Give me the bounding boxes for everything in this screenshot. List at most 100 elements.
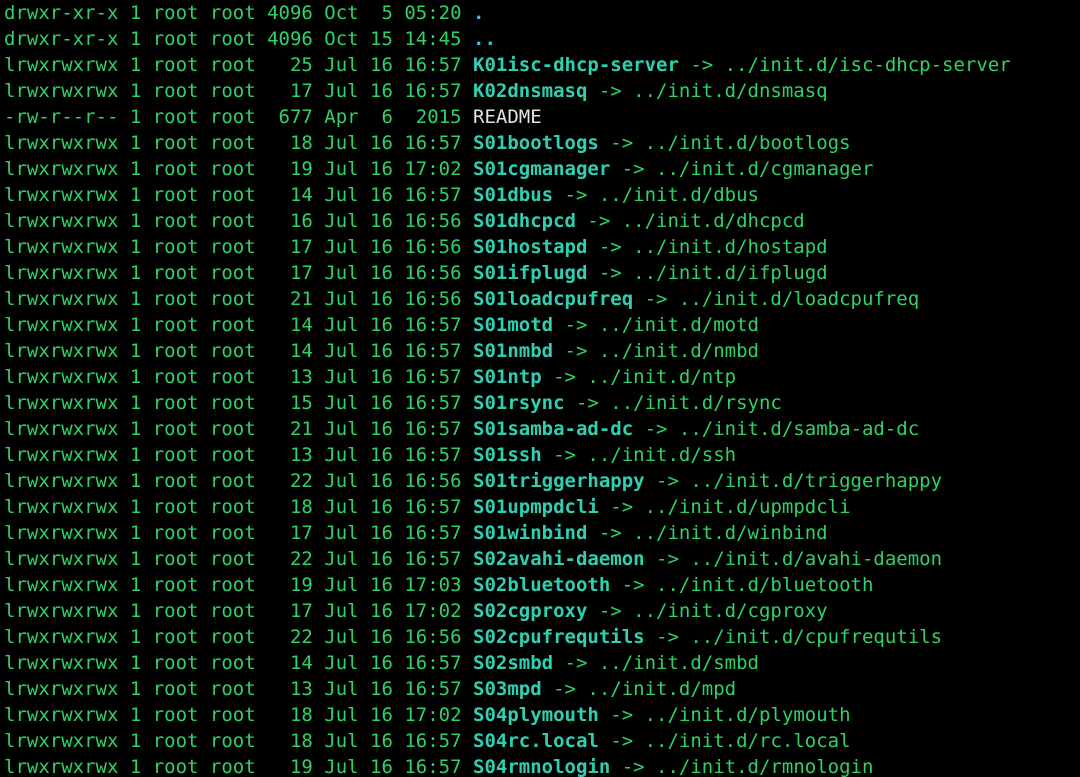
symlink-name: S02avahi-daemon bbox=[473, 548, 645, 570]
listing-row: lrwxrwxrwx 1 root root 17 Jul 16 16:56 S… bbox=[4, 260, 1076, 286]
symlink-name: S01cgmanager bbox=[473, 158, 610, 180]
dir-name: . bbox=[473, 2, 484, 24]
symlink-target: ../init.d/nmbd bbox=[599, 340, 759, 362]
arrow-icon: -> bbox=[587, 522, 633, 544]
arrow-icon: -> bbox=[610, 158, 656, 180]
listing-row: drwxr-xr-x 1 root root 4096 Oct 5 05:20 … bbox=[4, 0, 1076, 26]
symlink-target: ../init.d/cgmanager bbox=[656, 158, 873, 180]
arrow-icon: -> bbox=[553, 314, 599, 336]
file-meta: lrwxrwxrwx 1 root root 18 Jul 16 16:57 bbox=[4, 496, 473, 518]
arrow-icon: -> bbox=[633, 288, 679, 310]
listing-row: lrwxrwxrwx 1 root root 13 Jul 16 16:57 S… bbox=[4, 364, 1076, 390]
listing-row: lrwxrwxrwx 1 root root 13 Jul 16 16:57 S… bbox=[4, 442, 1076, 468]
symlink-target: ../init.d/dbus bbox=[599, 184, 759, 206]
arrow-icon: -> bbox=[599, 704, 645, 726]
arrow-icon: -> bbox=[679, 54, 725, 76]
arrow-icon: -> bbox=[610, 756, 656, 777]
symlink-name: S02bluetooth bbox=[473, 574, 610, 596]
listing-row: lrwxrwxrwx 1 root root 13 Jul 16 16:57 S… bbox=[4, 676, 1076, 702]
symlink-target: ../init.d/mpd bbox=[587, 678, 736, 700]
symlink-target: ../init.d/ntp bbox=[587, 366, 736, 388]
file-meta: lrwxrwxrwx 1 root root 18 Jul 16 16:57 bbox=[4, 730, 473, 752]
listing-row: lrwxrwxrwx 1 root root 19 Jul 16 16:57 S… bbox=[4, 754, 1076, 777]
symlink-target: ../init.d/dhcpcd bbox=[622, 210, 805, 232]
file-meta: drwxr-xr-x 1 root root 4096 Oct 15 14:45 bbox=[4, 28, 473, 50]
listing-row: lrwxrwxrwx 1 root root 22 Jul 16 16:56 S… bbox=[4, 624, 1076, 650]
arrow-icon: -> bbox=[587, 600, 633, 622]
symlink-name: S01upmpdcli bbox=[473, 496, 599, 518]
symlink-name: S01triggerhappy bbox=[473, 470, 645, 492]
symlink-target: ../init.d/bluetooth bbox=[656, 574, 873, 596]
file-meta: lrwxrwxrwx 1 root root 14 Jul 16 16:57 bbox=[4, 184, 473, 206]
arrow-icon: -> bbox=[565, 392, 611, 414]
symlink-target: ../init.d/triggerhappy bbox=[690, 470, 942, 492]
file-meta: lrwxrwxrwx 1 root root 18 Jul 16 16:57 bbox=[4, 132, 473, 154]
file-meta: lrwxrwxrwx 1 root root 19 Jul 16 17:02 bbox=[4, 158, 473, 180]
symlink-target: ../init.d/hostapd bbox=[633, 236, 827, 258]
file-meta: lrwxrwxrwx 1 root root 19 Jul 16 16:57 bbox=[4, 756, 473, 777]
arrow-icon: -> bbox=[645, 626, 691, 648]
file-name: README bbox=[473, 106, 542, 128]
symlink-name: S02cgproxy bbox=[473, 600, 587, 622]
listing-row: lrwxrwxrwx 1 root root 22 Jul 16 16:57 S… bbox=[4, 546, 1076, 572]
arrow-icon: -> bbox=[576, 210, 622, 232]
file-meta: lrwxrwxrwx 1 root root 17 Jul 16 16:56 bbox=[4, 236, 473, 258]
listing-row: lrwxrwxrwx 1 root root 25 Jul 16 16:57 K… bbox=[4, 52, 1076, 78]
symlink-target: ../init.d/loadcpufreq bbox=[679, 288, 919, 310]
terminal-output: drwxr-xr-x 1 root root 4096 Oct 5 05:20 … bbox=[0, 0, 1080, 777]
file-meta: lrwxrwxrwx 1 root root 13 Jul 16 16:57 bbox=[4, 678, 473, 700]
symlink-target: ../init.d/rsync bbox=[610, 392, 782, 414]
listing-row: lrwxrwxrwx 1 root root 18 Jul 16 16:57 S… bbox=[4, 494, 1076, 520]
symlink-target: ../init.d/samba-ad-dc bbox=[679, 418, 919, 440]
arrow-icon: -> bbox=[645, 548, 691, 570]
symlink-name: S04rc.local bbox=[473, 730, 599, 752]
arrow-icon: -> bbox=[599, 730, 645, 752]
symlink-target: ../init.d/dnsmasq bbox=[633, 80, 827, 102]
symlink-target: ../init.d/avahi-daemon bbox=[690, 548, 942, 570]
listing-row: lrwxrwxrwx 1 root root 17 Jul 16 16:56 S… bbox=[4, 234, 1076, 260]
listing-row: lrwxrwxrwx 1 root root 17 Jul 16 17:02 S… bbox=[4, 598, 1076, 624]
listing-row: lrwxrwxrwx 1 root root 14 Jul 16 16:57 S… bbox=[4, 650, 1076, 676]
arrow-icon: -> bbox=[553, 184, 599, 206]
file-meta: lrwxrwxrwx 1 root root 17 Jul 16 16:57 bbox=[4, 80, 473, 102]
symlink-name: S01bootlogs bbox=[473, 132, 599, 154]
file-meta: lrwxrwxrwx 1 root root 14 Jul 16 16:57 bbox=[4, 314, 473, 336]
symlink-target: ../init.d/ifplugd bbox=[633, 262, 827, 284]
symlink-target: ../init.d/winbind bbox=[633, 522, 827, 544]
listing-row: lrwxrwxrwx 1 root root 18 Jul 16 16:57 S… bbox=[4, 728, 1076, 754]
symlink-name: S01ntp bbox=[473, 366, 542, 388]
symlink-name: S04rmnologin bbox=[473, 756, 610, 777]
arrow-icon: -> bbox=[587, 236, 633, 258]
symlink-name: S01loadcpufreq bbox=[473, 288, 633, 310]
listing-row: lrwxrwxrwx 1 root root 14 Jul 16 16:57 S… bbox=[4, 312, 1076, 338]
listing-row: drwxr-xr-x 1 root root 4096 Oct 15 14:45… bbox=[4, 26, 1076, 52]
file-meta: lrwxrwxrwx 1 root root 22 Jul 16 16:56 bbox=[4, 626, 473, 648]
symlink-target: ../init.d/bootlogs bbox=[645, 132, 851, 154]
file-meta: lrwxrwxrwx 1 root root 14 Jul 16 16:57 bbox=[4, 652, 473, 674]
file-meta: lrwxrwxrwx 1 root root 25 Jul 16 16:57 bbox=[4, 54, 473, 76]
file-meta: -rw-r--r-- 1 root root 677 Apr 6 2015 bbox=[4, 106, 473, 128]
symlink-target: ../init.d/cpufrequtils bbox=[690, 626, 942, 648]
listing-row: lrwxrwxrwx 1 root root 17 Jul 16 16:57 K… bbox=[4, 78, 1076, 104]
dir-name: .. bbox=[473, 28, 496, 50]
arrow-icon: -> bbox=[633, 418, 679, 440]
arrow-icon: -> bbox=[587, 80, 633, 102]
symlink-target: ../init.d/isc-dhcp-server bbox=[725, 54, 1011, 76]
arrow-icon: -> bbox=[542, 444, 588, 466]
arrow-icon: -> bbox=[599, 496, 645, 518]
listing-row: lrwxrwxrwx 1 root root 18 Jul 16 16:57 S… bbox=[4, 130, 1076, 156]
symlink-name: S01winbind bbox=[473, 522, 587, 544]
listing-row: lrwxrwxrwx 1 root root 22 Jul 16 16:56 S… bbox=[4, 468, 1076, 494]
symlink-name: S01nmbd bbox=[473, 340, 553, 362]
symlink-name: S01ifplugd bbox=[473, 262, 587, 284]
listing-row: lrwxrwxrwx 1 root root 19 Jul 16 17:02 S… bbox=[4, 156, 1076, 182]
symlink-name: S02smbd bbox=[473, 652, 553, 674]
symlink-name: S02cpufrequtils bbox=[473, 626, 645, 648]
arrow-icon: -> bbox=[542, 678, 588, 700]
listing-row: -rw-r--r-- 1 root root 677 Apr 6 2015 RE… bbox=[4, 104, 1076, 130]
listing-row: lrwxrwxrwx 1 root root 21 Jul 16 16:56 S… bbox=[4, 286, 1076, 312]
file-meta: lrwxrwxrwx 1 root root 22 Jul 16 16:57 bbox=[4, 548, 473, 570]
file-meta: lrwxrwxrwx 1 root root 17 Jul 16 17:02 bbox=[4, 600, 473, 622]
listing-row: lrwxrwxrwx 1 root root 18 Jul 16 17:02 S… bbox=[4, 702, 1076, 728]
symlink-target: ../init.d/motd bbox=[599, 314, 759, 336]
